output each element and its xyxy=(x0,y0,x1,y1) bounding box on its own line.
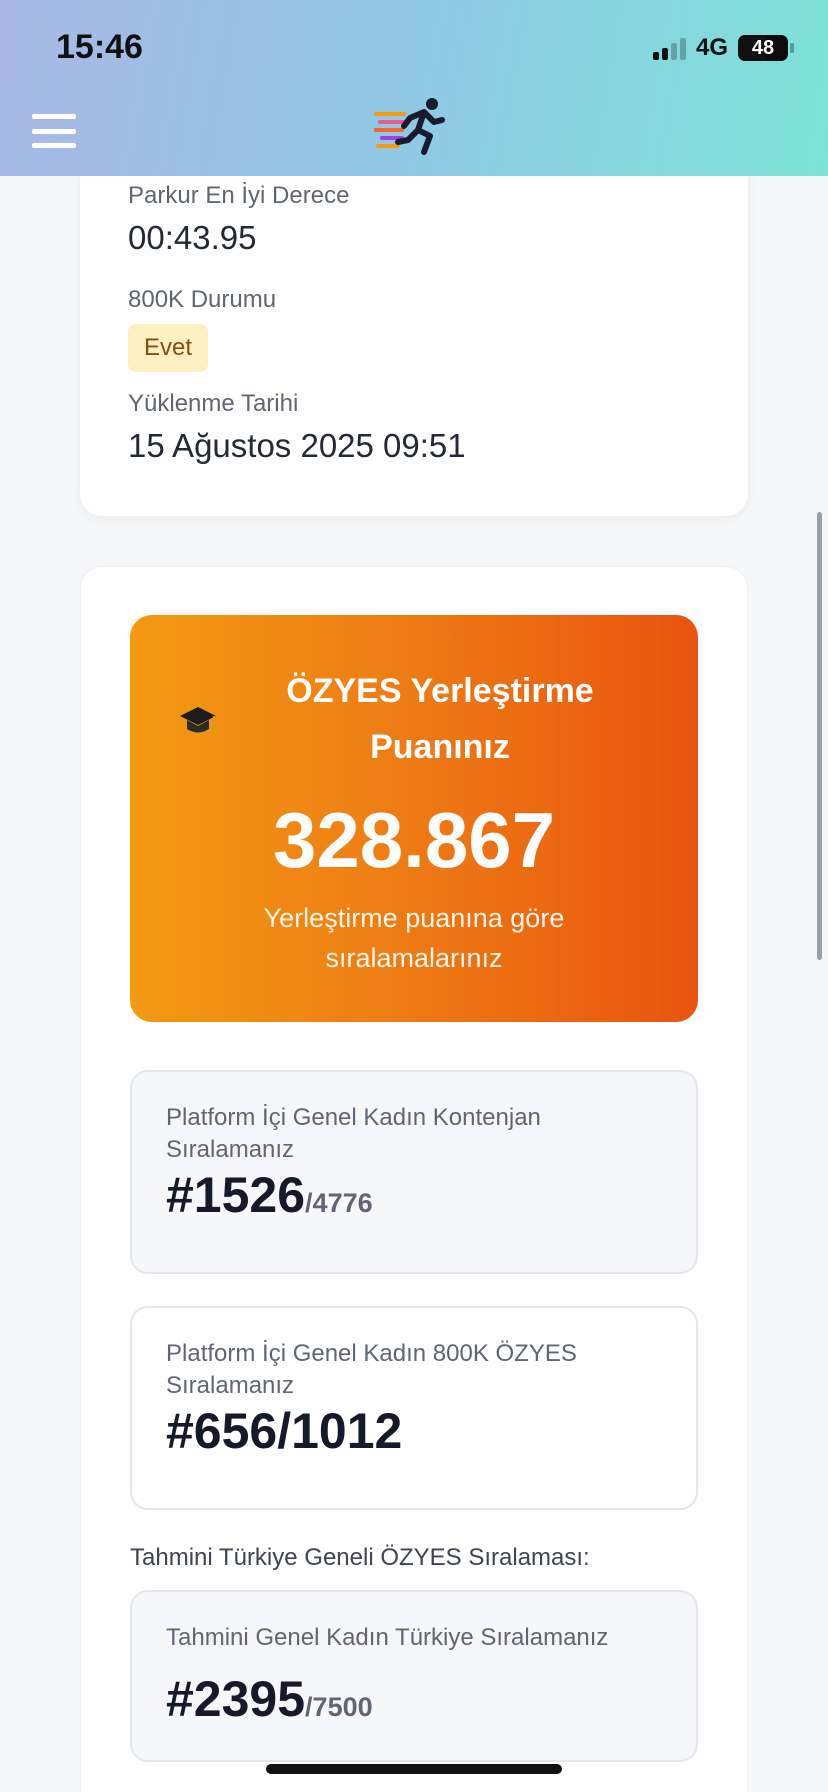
ranking-number: #656/1012 xyxy=(166,1403,403,1459)
upload-date-label: Yüklenme Tarihi xyxy=(128,390,299,417)
ranking-label: Platform İçi Genel Kadın Kontenjan Sıral… xyxy=(166,1104,541,1163)
ranking-total: /7500 xyxy=(305,1692,373,1722)
ranking-number: #2395 xyxy=(166,1671,306,1727)
battery-level: 48 xyxy=(751,36,775,59)
ranking-card-quota: Platform İçi Genel Kadın Kontenjan Sıral… xyxy=(130,1070,698,1274)
placement-score-title: ÖZYES Yerleştirme Puanınız xyxy=(286,672,594,766)
ranking-card-800k: Platform İçi Genel Kadın 800K ÖZYES Sıra… xyxy=(130,1306,698,1510)
ranking-number: #1526 xyxy=(166,1167,306,1223)
estimate-section-label: Tahmini Türkiye Geneli ÖZYES Sıralaması: xyxy=(130,1544,590,1571)
network-label: 4G xyxy=(695,34,728,61)
placement-score-subtitle: Yerleştirme puanına göre sıralamalarınız xyxy=(263,903,565,973)
hamburger-menu-icon[interactable] xyxy=(32,114,76,148)
runner-logo-icon[interactable] xyxy=(374,96,446,158)
placement-score-value: 328.867 xyxy=(273,796,555,884)
ranking-label: Platform İçi Genel Kadın 800K ÖZYES Sıra… xyxy=(166,1340,577,1399)
scrollbar[interactable] xyxy=(817,512,822,960)
battery-icon: 48 xyxy=(738,35,788,61)
best-time-value: 00:43.95 xyxy=(128,219,257,256)
graduation-cap-icon xyxy=(180,707,216,733)
upload-date-value: 15 Ağustos 2025 09:51 xyxy=(128,427,466,464)
status-label: 800K Durumu xyxy=(128,286,277,313)
status-time: 15:46 xyxy=(56,28,143,66)
app-header: 15:46 4G 48 xyxy=(0,0,828,176)
home-indicator[interactable] xyxy=(266,1764,562,1774)
ranking-label: Tahmini Genel Kadın Türkiye Sıralamanız xyxy=(166,1624,609,1651)
best-time-label: Parkur En İyi Derece xyxy=(128,182,350,209)
ranking-value: #656/1012 xyxy=(166,1402,402,1460)
ranking-total: /4776 xyxy=(305,1188,373,1218)
ranking-value: #1526/4776 xyxy=(166,1166,373,1224)
status-indicators: 4G 48 xyxy=(652,34,794,62)
ranking-value: #2395/7500 xyxy=(166,1670,373,1728)
status-badge: Evet xyxy=(128,324,209,372)
placement-score-card: ÖZYES Yerleştirme Puanınız 328.867 Yerle… xyxy=(130,615,698,1022)
ranking-card-turkey: Tahmini Genel Kadın Türkiye Sıralamanız … xyxy=(130,1590,698,1762)
signal-icon xyxy=(652,36,686,60)
